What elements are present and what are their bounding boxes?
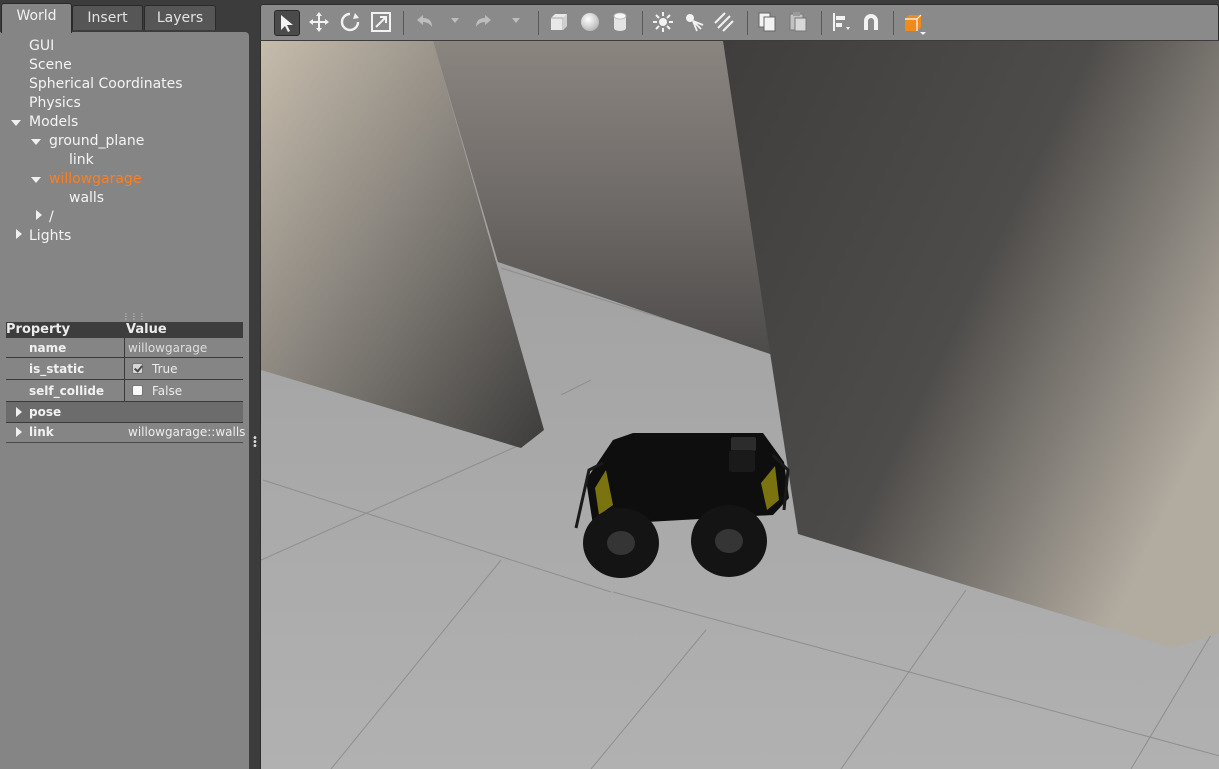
- align-icon[interactable]: [828, 10, 854, 36]
- translate-mode-icon[interactable]: [306, 10, 332, 36]
- property-row-pose[interactable]: pose: [6, 402, 243, 423]
- directional-light-icon[interactable]: [711, 10, 737, 36]
- value-column-header: Value: [124, 322, 243, 338]
- property-key: pose: [29, 405, 62, 419]
- redo-history-dropdown-icon[interactable]: [512, 18, 520, 23]
- tree-item-physics[interactable]: Physics: [29, 94, 81, 113]
- tree-item-scene[interactable]: Scene: [29, 56, 72, 75]
- scene-render: [261, 41, 1219, 769]
- tab-world[interactable]: World: [1, 3, 72, 33]
- view-angle-icon[interactable]: [901, 10, 927, 36]
- cylinder-icon[interactable]: [607, 10, 633, 36]
- property-row-link[interactable]: link willowgarage::walls: [6, 422, 246, 443]
- expand-root-icon[interactable]: [36, 210, 42, 220]
- tree-item-spherical-coordinates[interactable]: Spherical Coordinates: [29, 75, 183, 94]
- is-static-value: True: [152, 362, 178, 376]
- left-panel: Insert Layers World GUI Scene Spherical …: [0, 0, 250, 769]
- rotate-mode-icon[interactable]: [337, 10, 363, 36]
- main-toolbar: [260, 4, 1219, 40]
- vertical-splitter-grip[interactable]: ⋮⋮⋮: [122, 313, 146, 321]
- snap-icon[interactable]: [858, 10, 884, 36]
- link-value: willowgarage::walls: [128, 425, 246, 439]
- self-collide-cell: False: [125, 381, 243, 402]
- box-icon[interactable]: [546, 10, 572, 36]
- expand-lights-icon[interactable]: [16, 229, 22, 239]
- is-static-cell: True: [125, 359, 243, 380]
- property-key: is_static: [29, 362, 85, 376]
- tree-item-walls[interactable]: walls: [69, 189, 104, 208]
- splitter-grip-icon[interactable]: • • •: [252, 434, 258, 452]
- tab-bar: Insert Layers World: [0, 0, 250, 33]
- copy-icon[interactable]: [754, 10, 780, 36]
- 3d-viewport[interactable]: [260, 41, 1219, 769]
- name-field[interactable]: willowgarage: [125, 338, 243, 359]
- point-light-icon[interactable]: [650, 10, 676, 36]
- expand-models-icon[interactable]: [11, 120, 21, 126]
- property-key: name: [29, 341, 67, 355]
- tree-item-lights[interactable]: Lights: [29, 227, 71, 246]
- property-column-header: Property: [6, 322, 124, 338]
- tab-layers[interactable]: Layers: [144, 5, 216, 30]
- tree-item-root[interactable]: /: [49, 208, 54, 227]
- tab-insert[interactable]: Insert: [72, 5, 143, 30]
- paste-icon[interactable]: [785, 10, 811, 36]
- property-key: self_collide: [29, 384, 105, 398]
- tree-item-ground-plane[interactable]: ground_plane: [49, 132, 144, 151]
- sphere-icon[interactable]: [577, 10, 603, 36]
- panel-splitter[interactable]: • • •: [249, 0, 260, 769]
- undo-history-dropdown-icon[interactable]: [451, 18, 459, 23]
- scale-mode-icon[interactable]: [368, 10, 394, 36]
- expand-willowgarage-icon[interactable]: [31, 177, 41, 183]
- property-key: link: [29, 425, 54, 439]
- tree-item-ground-plane-link[interactable]: link: [69, 151, 94, 170]
- undo-icon[interactable]: [411, 10, 437, 36]
- expand-ground-plane-icon[interactable]: [31, 139, 41, 145]
- select-mode-icon[interactable]: [274, 10, 300, 36]
- is-static-checkbox[interactable]: [132, 363, 143, 374]
- tree-item-willowgarage[interactable]: willowgarage: [49, 170, 141, 189]
- tree-item-gui[interactable]: GUI: [29, 37, 54, 56]
- self-collide-checkbox[interactable]: [132, 385, 143, 396]
- spot-light-icon[interactable]: [681, 10, 707, 36]
- redo-icon[interactable]: [471, 10, 497, 36]
- self-collide-value: False: [152, 384, 183, 398]
- tree-item-models[interactable]: Models: [29, 113, 78, 132]
